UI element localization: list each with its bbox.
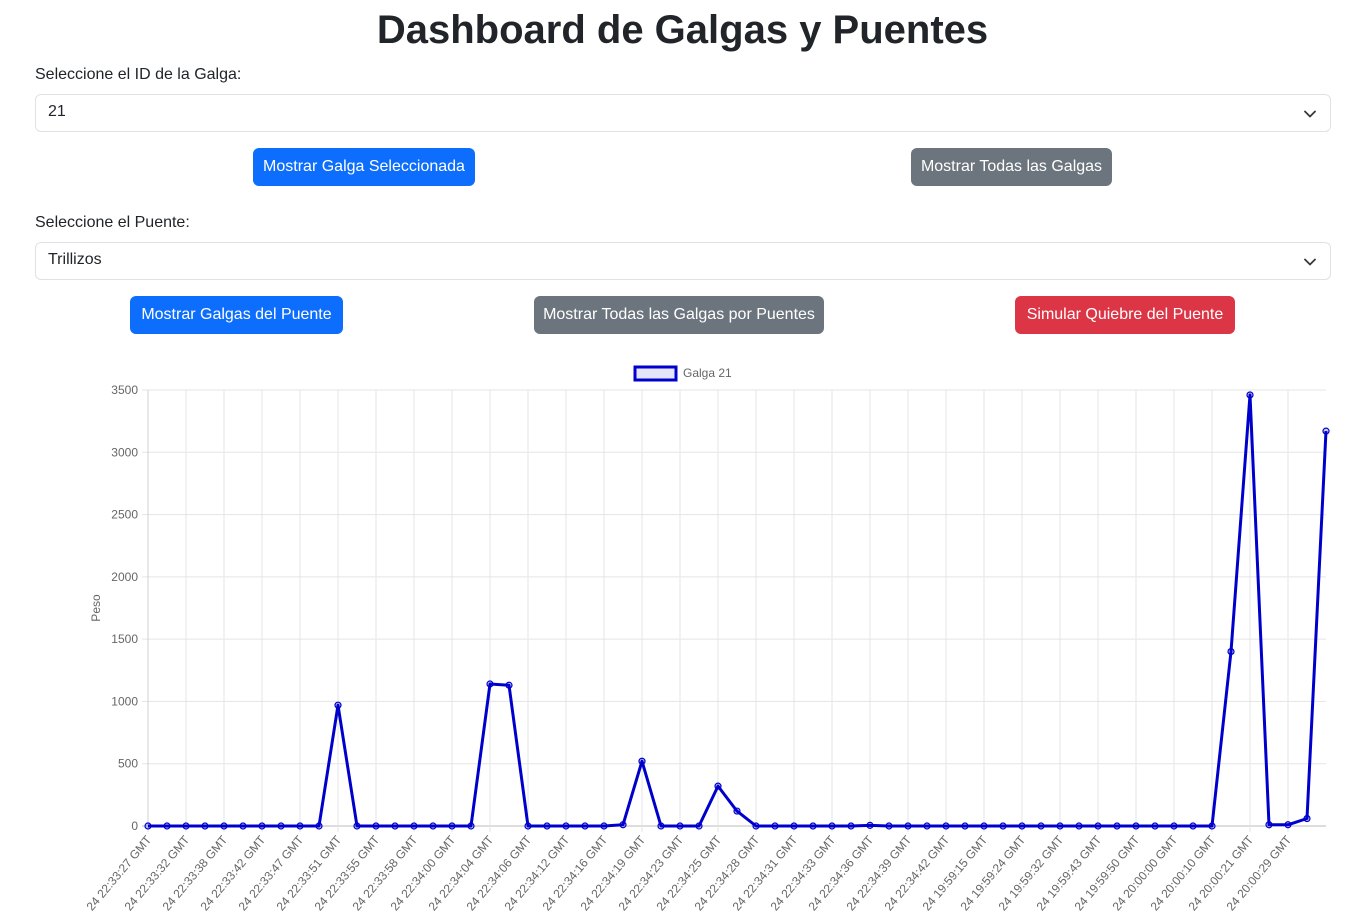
puente-select[interactable]: Trillizos — [35, 242, 1331, 280]
data-point — [1075, 822, 1083, 830]
data-point — [1189, 822, 1197, 830]
chevron-down-icon — [1304, 258, 1316, 266]
data-point — [1284, 821, 1292, 829]
data-point — [220, 822, 228, 830]
data-point — [353, 822, 361, 830]
puente-select-label: Seleccione el Puente: — [35, 214, 190, 231]
data-point — [163, 822, 171, 830]
data-point — [144, 822, 152, 830]
data-point — [733, 807, 741, 815]
galga-select-value: 21 — [48, 103, 66, 120]
line-chart: 050010001500200025003000350024 22:33:27 … — [84, 365, 1330, 911]
show-bridge-galgas-button[interactable]: Mostrar Galgas del Puente — [130, 296, 343, 334]
puente-select-value: Trillizos — [48, 251, 102, 268]
data-point — [657, 822, 665, 830]
data-point — [600, 822, 608, 830]
data-point — [904, 822, 912, 830]
data-point — [809, 822, 817, 830]
x-tick-label: 24 20:00:29 GMT — [1224, 832, 1295, 911]
data-point — [961, 822, 969, 830]
show-selected-galga-button[interactable]: Mostrar Galga Seleccionada — [253, 148, 475, 186]
data-point — [543, 822, 551, 830]
y-tick-label: 1000 — [111, 694, 138, 708]
data-point — [1265, 821, 1273, 829]
data-point — [1018, 822, 1026, 830]
y-tick-label: 1500 — [111, 632, 138, 646]
data-point — [524, 822, 532, 830]
data-point — [1151, 822, 1159, 830]
data-point — [1170, 822, 1178, 830]
data-point — [695, 822, 703, 830]
data-point — [239, 822, 247, 830]
y-tick-label: 2500 — [111, 508, 138, 522]
data-point — [1113, 822, 1121, 830]
simulate-bridge-break-button[interactable]: Simular Quiebre del Puente — [1015, 296, 1235, 334]
data-point — [638, 757, 646, 765]
data-point — [847, 822, 855, 830]
series-line-galga-21 — [148, 393, 1328, 828]
data-point — [923, 822, 931, 830]
data-point — [1056, 822, 1064, 830]
data-point — [1208, 822, 1216, 830]
data-point — [866, 821, 874, 829]
data-point — [942, 822, 950, 830]
data-point — [562, 822, 570, 830]
data-point — [619, 821, 627, 829]
data-point — [752, 822, 760, 830]
data-point — [391, 822, 399, 830]
data-point — [1246, 391, 1254, 399]
data-point — [1322, 427, 1330, 435]
data-point — [714, 782, 722, 790]
legend-label: Galga 21 — [683, 366, 732, 380]
show-all-galgas-by-bridge-button[interactable]: Mostrar Todas las Galgas por Puentes — [534, 296, 824, 334]
data-point — [790, 822, 798, 830]
data-point — [1094, 822, 1102, 830]
data-point — [771, 822, 779, 830]
data-point — [1303, 814, 1311, 823]
data-point — [429, 822, 437, 830]
y-axis-title: Peso — [89, 594, 103, 622]
chevron-down-icon — [1304, 110, 1316, 118]
data-point — [486, 680, 494, 688]
y-tick-label: 500 — [118, 757, 138, 771]
y-tick-label: 3000 — [111, 445, 138, 459]
data-point — [277, 822, 285, 830]
data-point — [372, 822, 380, 830]
data-point — [980, 822, 988, 830]
galga-select-label: Seleccione el ID de la Galga: — [35, 66, 242, 83]
data-point — [296, 822, 304, 830]
data-point — [258, 822, 266, 830]
y-tick-label: 2000 — [111, 570, 138, 584]
show-all-galgas-button[interactable]: Mostrar Todas las Galgas — [911, 148, 1112, 186]
data-point — [581, 822, 589, 830]
data-point — [182, 822, 190, 830]
data-point — [505, 681, 513, 689]
data-point — [467, 822, 475, 830]
data-point — [1037, 822, 1045, 830]
page-title: Dashboard de Galgas y Puentes — [376, 8, 989, 52]
galga-select[interactable]: 21 — [35, 94, 1331, 132]
data-point — [676, 822, 684, 830]
data-point — [885, 822, 893, 830]
y-tick-label: 0 — [131, 819, 138, 833]
data-point — [410, 822, 418, 830]
data-point — [334, 701, 342, 709]
data-point — [201, 822, 209, 830]
data-point — [448, 822, 456, 830]
legend-swatch — [633, 365, 678, 382]
y-tick-label: 3500 — [111, 383, 138, 397]
data-point — [999, 822, 1007, 830]
data-point — [1132, 822, 1140, 830]
data-point — [315, 822, 323, 830]
data-point — [1227, 648, 1235, 656]
data-point — [828, 822, 836, 830]
